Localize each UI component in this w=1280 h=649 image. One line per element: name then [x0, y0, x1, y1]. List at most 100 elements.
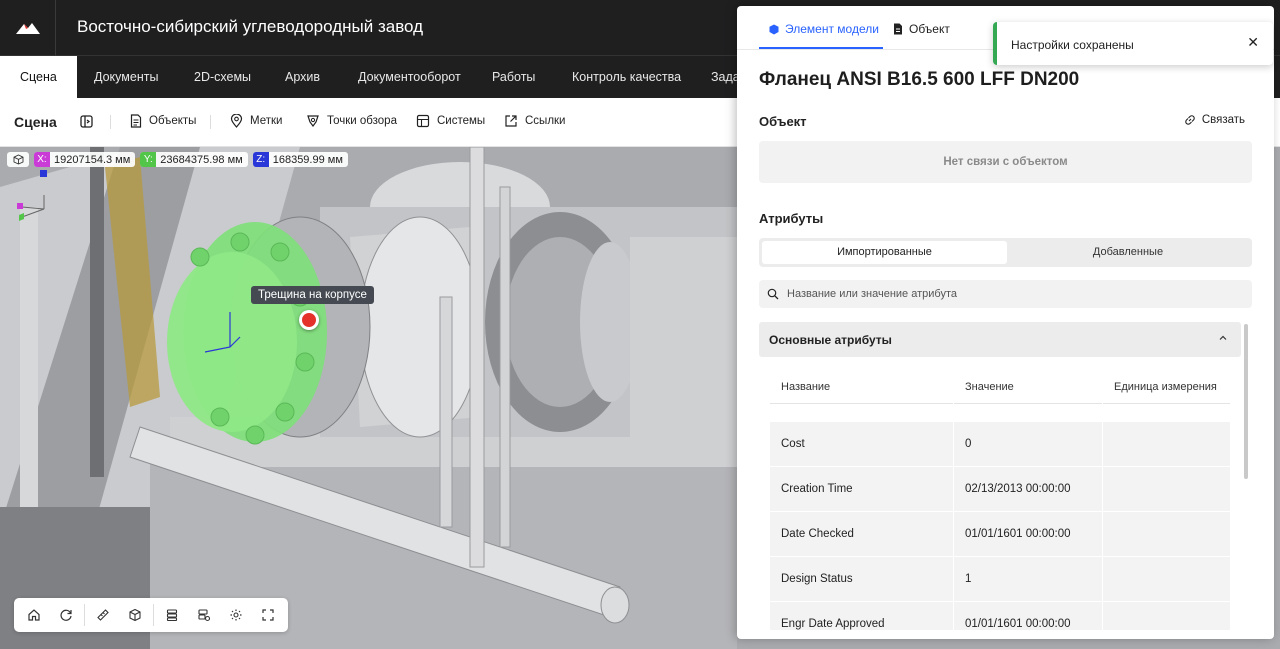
toast-message: Настройки сохранены: [1011, 38, 1134, 52]
nav-tab-quality[interactable]: Контроль качества: [572, 56, 681, 98]
cube-icon: [13, 154, 23, 165]
segment-added[interactable]: Добавленные: [1007, 241, 1249, 264]
layers-button[interactable]: [156, 598, 188, 632]
viewport-toolbar-divider: [84, 604, 85, 626]
table-row[interactable]: Creation Time 02/13/2013 00:00:00: [770, 467, 1230, 511]
home-view-button[interactable]: [18, 598, 50, 632]
viewport-toolbar: [14, 598, 288, 632]
table-row[interactable]: Cost 0: [770, 422, 1230, 466]
nav-tab-archive[interactable]: Архив: [285, 56, 320, 98]
object-section-heading: Объект: [759, 114, 807, 129]
viewport-toolbar-divider: [153, 604, 154, 626]
settings-button[interactable]: [220, 598, 252, 632]
table-row[interactable]: Design Status 1: [770, 557, 1230, 601]
cell-name: Date Checked: [770, 512, 953, 556]
tab-object[interactable]: Объект: [893, 22, 950, 36]
app-title: Восточно-сибирский углеводородный завод: [77, 17, 424, 36]
cell-value: 01/01/1601 00:00:00: [954, 512, 1102, 556]
element-properties-panel: Элемент модели Объект Фланец ANSI B16.5 …: [737, 6, 1274, 639]
z-axis-badge: Z:: [252, 152, 269, 167]
cell-unit: [1103, 512, 1230, 556]
panel-scrollbar[interactable]: [1244, 324, 1248, 479]
ruler-icon: [97, 609, 109, 621]
link-out-icon: [505, 115, 517, 127]
cell-value: 02/13/2013 00:00:00: [954, 467, 1102, 511]
close-icon[interactable]: ✕: [1247, 34, 1259, 51]
toolbar-systems-button[interactable]: Системы: [416, 114, 485, 128]
cell-unit: [1103, 422, 1230, 466]
coord-z: Z: 168359.99 мм: [252, 152, 348, 167]
coord-y-value: 23684375.98 мм: [160, 153, 243, 166]
attributes-segmented-control: Импортированные Добавленные: [759, 238, 1252, 267]
attribute-group-header[interactable]: Основные атрибуты: [759, 322, 1241, 357]
segment-imported[interactable]: Импортированные: [762, 241, 1007, 264]
cell-value: 0: [954, 422, 1102, 466]
table-row[interactable]: Engr Date Approved 01/01/1601 00:00:00: [770, 602, 1230, 632]
cell-value: 01/01/1601 00:00:00: [954, 602, 1102, 630]
toolbar-marks-button[interactable]: Метки: [230, 114, 282, 128]
x-axis-badge: X:: [34, 152, 50, 167]
y-axis-badge: Y:: [140, 152, 157, 167]
coord-z-value: 168359.99 мм: [272, 153, 343, 166]
systems-icon: [416, 114, 430, 128]
layers-icon: [166, 609, 178, 622]
cell-name: Engr Date Approved: [770, 602, 953, 630]
table-row[interactable]: Date Checked 01/01/1601 00:00:00: [770, 512, 1230, 556]
chevron-up-icon: [1219, 335, 1227, 340]
toolbar-divider: [210, 115, 211, 129]
cell-name: Design Status: [770, 557, 953, 601]
document-icon: [130, 114, 142, 128]
gear-icon: [230, 609, 242, 621]
panel-toggle-button[interactable]: [80, 115, 93, 128]
column-header-name: Название: [770, 369, 953, 404]
toolbar-title: Сцена: [14, 114, 57, 130]
attributes-section-heading: Атрибуты: [759, 211, 824, 226]
fullscreen-icon: [262, 609, 274, 621]
coord-x-value: 19207154.3 мм: [54, 153, 131, 166]
tab-model-element[interactable]: Элемент модели: [769, 22, 879, 36]
column-header-value: Значение: [954, 369, 1102, 404]
nav-tab-works[interactable]: Работы: [492, 56, 535, 98]
coord-y: Y: 23684375.98 мм: [140, 152, 248, 167]
view-cube-button[interactable]: [7, 152, 29, 167]
nav-tab-workflow[interactable]: Документооборот: [358, 56, 461, 98]
toolbar-viewpoints-label: Точки обзора: [327, 115, 397, 127]
section-cube-icon: [129, 608, 141, 622]
link-icon: [1185, 115, 1195, 125]
cube-solid-icon: [769, 24, 779, 34]
element-title: Фланец ANSI B16.5 600 LFF DN200: [759, 69, 1080, 90]
toolbar-objects-label: Объекты: [149, 115, 197, 127]
sidebar-toggle-icon: [80, 115, 93, 128]
mark-tooltip: Трещина на корпусе: [251, 286, 374, 304]
cell-unit: [1103, 467, 1230, 511]
attribute-search: [759, 280, 1252, 308]
toolbar-links-button[interactable]: Ссылки: [504, 114, 566, 128]
cell-value: 1: [954, 557, 1102, 601]
search-icon: [767, 288, 779, 300]
marker-dot-icon: [302, 313, 316, 327]
app-logo[interactable]: [0, 0, 56, 56]
nav-tab-2d-schemes[interactable]: 2D-схемы: [194, 56, 251, 98]
toolbar-systems-label: Системы: [437, 115, 486, 127]
coordinates-readout: X: 19207154.3 мм Y: 23684375.98 мм Z: 16…: [7, 152, 348, 167]
toolbar-viewpoints-button[interactable]: Точки обзора: [306, 114, 397, 128]
nav-tab-scene[interactable]: Сцена: [0, 56, 77, 98]
section-button[interactable]: [119, 598, 151, 632]
nav-tab-documents[interactable]: Документы: [94, 56, 158, 98]
database-settings-icon: [198, 609, 211, 622]
attribute-search-input[interactable]: [787, 288, 1227, 300]
fullscreen-button[interactable]: [252, 598, 284, 632]
home-icon: [28, 609, 40, 621]
no-object-placeholder: Нет связи с объектом: [759, 141, 1252, 183]
measure-button[interactable]: [87, 598, 119, 632]
toolbar-objects-button[interactable]: Объекты: [130, 114, 196, 128]
toolbar-links-label: Ссылки: [525, 115, 566, 127]
attribute-group-title: Основные атрибуты: [769, 333, 892, 347]
cell-unit: [1103, 602, 1230, 630]
viewpoint-icon: [307, 115, 319, 127]
link-object-button[interactable]: Связать: [1184, 114, 1245, 126]
orbit-button[interactable]: [50, 598, 82, 632]
active-tab-indicator: [759, 47, 883, 49]
issue-marker[interactable]: [299, 310, 319, 330]
model-settings-button[interactable]: [188, 598, 220, 632]
